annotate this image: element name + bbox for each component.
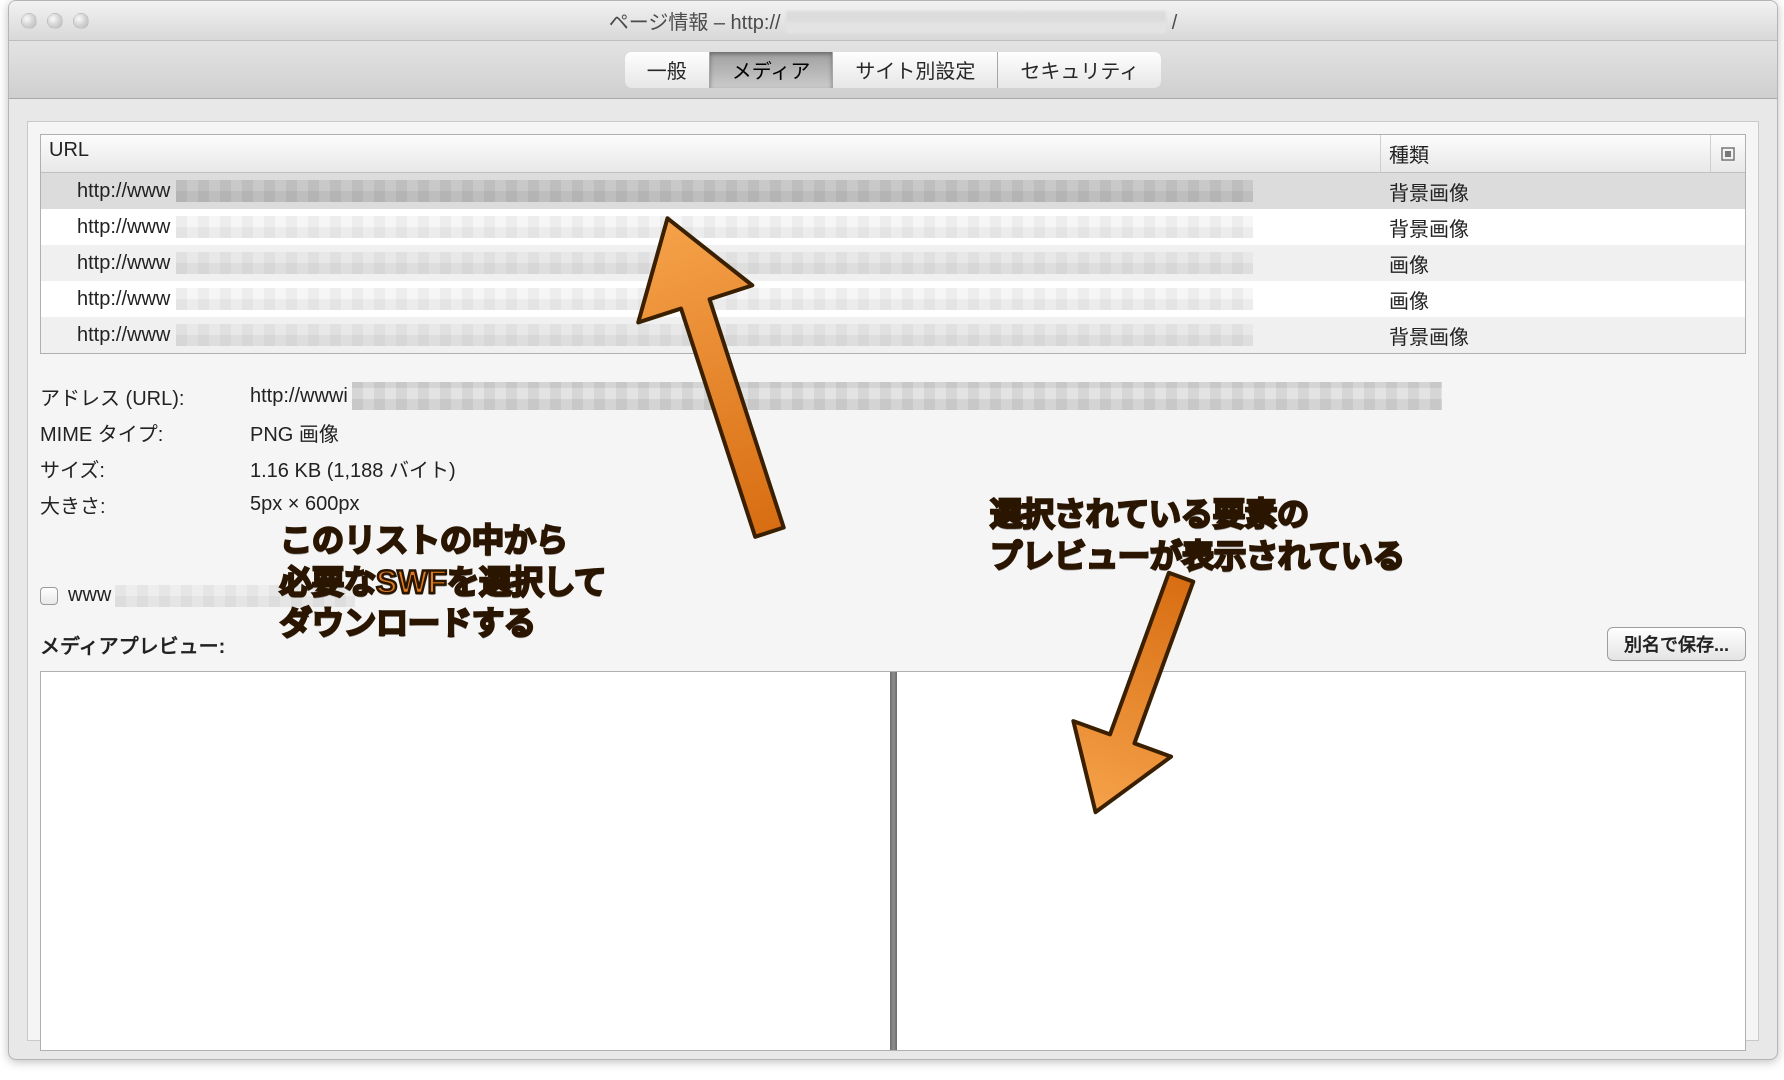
cell-url-text: http://www	[49, 324, 170, 347]
mime-label: MIME タイプ:	[40, 418, 250, 447]
table-body: http://www 背景画像 http://www 背景画像 http://www 画像…	[41, 173, 1745, 353]
titlebar: ページ情報 – http:// /	[9, 1, 1777, 41]
cell-url-text: http://www	[49, 180, 170, 203]
page-info-window: ページ情報 – http:// / 一般 メディア サイト別設定 セキュリティ …	[8, 0, 1778, 1060]
addr-label: アドレス (URL):	[40, 382, 250, 411]
window-title-redacted	[786, 11, 1166, 33]
table-row[interactable]: http://www 背景画像	[41, 173, 1745, 209]
media-table: URL 種類 http://www背景画像http://www背景画像http:…	[40, 134, 1746, 354]
tab-perms[interactable]: サイト別設定	[833, 52, 998, 88]
mime-value: PNG 画像	[250, 418, 1746, 447]
close-window-button[interactable]	[21, 13, 37, 29]
window-controls	[21, 13, 89, 29]
save-as-button[interactable]: 別名で保存...	[1607, 627, 1746, 661]
dimensions-value: 5px × 600px	[250, 493, 1746, 516]
addr-redacted	[352, 382, 1442, 410]
block-images-domain-redacted	[115, 585, 355, 607]
table-row[interactable]: http://www 画像	[41, 245, 1745, 281]
tab-general[interactable]: 一般	[625, 52, 710, 88]
tab-media[interactable]: メディア	[710, 52, 834, 88]
block-images-row: www	[40, 584, 1746, 607]
filesize-label: サイズ:	[40, 454, 250, 483]
cell-url-redacted	[176, 324, 1253, 346]
zoom-window-button[interactable]	[73, 13, 89, 29]
table-row[interactable]: http://www 背景画像	[41, 317, 1745, 353]
cell-type: 画像	[1381, 285, 1745, 314]
block-images-domain-prefix: www	[68, 584, 111, 607]
cell-url: http://www	[41, 180, 1381, 203]
cell-type: 背景画像	[1381, 213, 1745, 242]
preview-header-row: メディアプレビュー: 別名で保存...	[40, 627, 1746, 661]
cell-url-redacted	[176, 288, 1253, 310]
dimensions-label: 大きさ:	[40, 490, 250, 519]
cell-url-text: http://www	[49, 288, 170, 311]
cell-url: http://www	[41, 324, 1381, 347]
block-images-checkbox[interactable]	[40, 587, 58, 605]
cell-type: 背景画像	[1381, 177, 1745, 206]
col-url[interactable]: URL	[41, 135, 1381, 172]
window-title-text: ページ情報 – http://	[609, 12, 781, 34]
table-row[interactable]: http://www 画像	[41, 281, 1745, 317]
media-preview-image	[890, 672, 897, 1050]
info-tab-bar: 一般 メディア サイト別設定 セキュリティ	[625, 52, 1161, 88]
col-type[interactable]: 種類	[1381, 135, 1711, 172]
table-row[interactable]: http://www 背景画像	[41, 209, 1745, 245]
addr-value: http://wwwi	[250, 385, 348, 408]
media-details: アドレス (URL): http://wwwi MIME タイプ: PNG 画像…	[40, 378, 1746, 522]
tab-security[interactable]: セキュリティ	[998, 52, 1161, 88]
cell-type: 背景画像	[1381, 321, 1745, 350]
media-panel: URL 種類 http://www背景画像http://www背景画像http:…	[27, 121, 1759, 1041]
cell-url: http://www	[41, 216, 1381, 239]
cell-url-text: http://www	[49, 216, 170, 239]
cell-url-redacted	[176, 216, 1253, 238]
cell-url-redacted	[176, 180, 1253, 202]
column-picker-icon[interactable]	[1711, 135, 1745, 172]
window-title: ページ情報 – http:// /	[9, 6, 1777, 35]
preview-label: メディアプレビュー:	[40, 630, 225, 659]
cell-url: http://www	[41, 288, 1381, 311]
cell-url: http://www	[41, 252, 1381, 275]
cell-url-text: http://www	[49, 252, 170, 275]
table-header: URL 種類	[41, 135, 1745, 173]
cell-url-redacted	[176, 252, 1253, 274]
filesize-value: 1.16 KB (1,188 バイト)	[250, 454, 1746, 483]
cell-type: 画像	[1381, 249, 1745, 278]
media-preview-pane	[40, 671, 1746, 1051]
minimize-window-button[interactable]	[47, 13, 63, 29]
toolbar: 一般 メディア サイト別設定 セキュリティ	[9, 41, 1777, 99]
